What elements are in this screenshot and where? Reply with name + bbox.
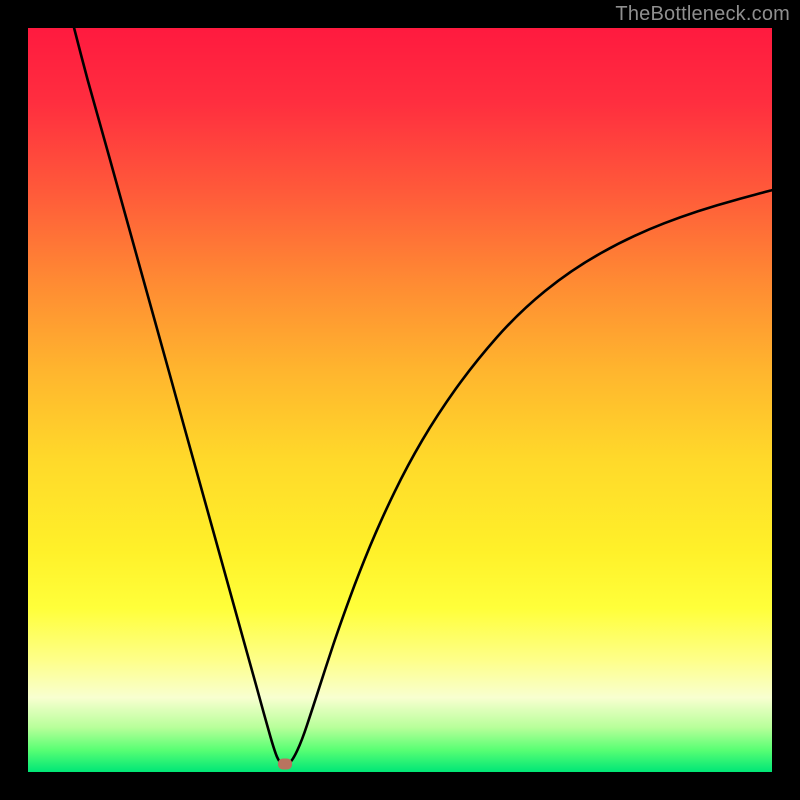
- plot-area: [28, 28, 772, 772]
- bottleneck-curve: [28, 28, 772, 772]
- watermark-text: TheBottleneck.com: [615, 3, 790, 26]
- optimal-point-marker: [278, 758, 292, 769]
- chart-frame: TheBottleneck.com: [0, 0, 800, 800]
